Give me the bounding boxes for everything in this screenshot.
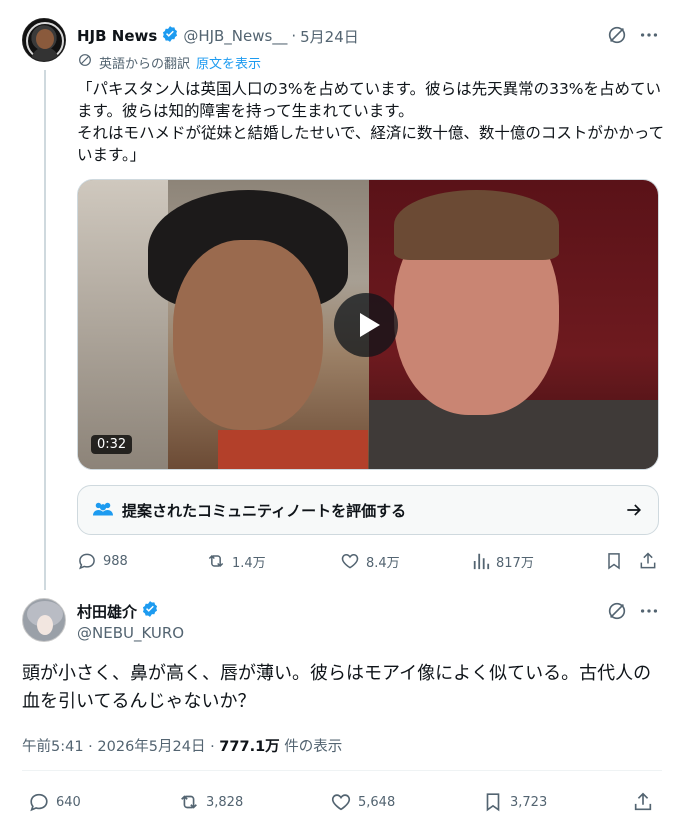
- reply-bookmark-count: 3,723: [510, 794, 548, 810]
- share-icon: [632, 791, 654, 813]
- like-button[interactable]: 8.4万: [340, 551, 400, 571]
- community-note-label: 提案されたコミュニティノートを評価する: [122, 502, 407, 520]
- header-separator: ·: [291, 27, 297, 45]
- reply-retweet-count: 3,828: [206, 794, 244, 810]
- reply-share-button[interactable]: [632, 791, 654, 813]
- community-notes-icon: [92, 500, 114, 524]
- reply-retweet-button[interactable]: 3,828: [178, 791, 243, 813]
- author-handle[interactable]: @HJB_News__: [183, 27, 287, 45]
- retweet-icon: [206, 551, 226, 571]
- divider: [22, 770, 662, 771]
- thread-connector-line: [44, 70, 46, 590]
- reply-views-label: 件の表示: [279, 739, 343, 755]
- retweet-button[interactable]: 1.4万: [206, 551, 266, 571]
- reply-reply-button[interactable]: 640: [28, 791, 81, 813]
- retweet-icon: [178, 791, 200, 813]
- play-icon[interactable]: [334, 293, 398, 357]
- arrow-right-icon: [624, 500, 644, 524]
- share-icon: [638, 551, 658, 571]
- reply-author-handle[interactable]: @NEBU_KURO: [77, 624, 184, 642]
- bookmark-icon: [604, 551, 624, 571]
- tweet-text: 「パキスタン人は英国人口の3%を占めています。彼らは先天異常の33%を占めていま…: [77, 80, 665, 164]
- reply-meta: 午前5:41 · 2026年5月24日 · 777.1万 件の表示: [22, 735, 342, 756]
- reply-timestamp[interactable]: 午前5:41 · 2026年5月24日 ·: [22, 739, 219, 755]
- reply-author-avatar[interactable]: [22, 598, 66, 642]
- like-count: 8.4万: [366, 555, 400, 571]
- reply-reply-count: 640: [56, 794, 81, 810]
- reply-icon: [28, 791, 50, 813]
- show-original-link[interactable]: 原文を表示: [196, 53, 261, 72]
- video-thumbnail-left: [78, 180, 369, 469]
- reply-icon: [77, 551, 97, 571]
- like-icon: [340, 551, 360, 571]
- more-icon[interactable]: [638, 24, 660, 50]
- reply-bookmark-button[interactable]: 3,723: [482, 791, 547, 813]
- translation-bar: 英語からの翻訳 原文を表示: [77, 52, 261, 72]
- like-icon: [330, 791, 352, 813]
- more-icon[interactable]: [638, 600, 660, 626]
- author-name[interactable]: HJB News: [77, 27, 157, 45]
- grok-icon[interactable]: [606, 600, 628, 626]
- tweet-date[interactable]: 5月24日: [300, 26, 359, 47]
- views-button[interactable]: 817万: [472, 551, 534, 571]
- reply-count: 988: [103, 553, 128, 569]
- reply-like-button[interactable]: 5,648: [330, 791, 395, 813]
- views-icon: [472, 551, 490, 571]
- views-count: 817万: [496, 555, 534, 571]
- translate-icon: [77, 52, 93, 72]
- reply-views-count: 777.1万: [219, 739, 280, 755]
- tweet-video[interactable]: 0:32: [77, 179, 659, 470]
- video-thumbnail-right: [369, 180, 658, 469]
- hjb-news-avatar[interactable]: [22, 18, 66, 62]
- reply-button[interactable]: 988: [77, 551, 128, 571]
- community-note-button[interactable]: 提案されたコミュニティノートを評価する: [77, 485, 659, 535]
- share-button[interactable]: [638, 551, 658, 571]
- bookmark-button[interactable]: [604, 551, 624, 571]
- reply-like-count: 5,648: [358, 794, 396, 810]
- bookmark-icon: [482, 791, 504, 813]
- translation-label: 英語からの翻訳: [99, 56, 191, 72]
- tweet-header: HJB News @HJB_News__ · 5月24日: [77, 25, 359, 47]
- reply-header: 村田雄介: [77, 600, 159, 622]
- video-duration: 0:32: [91, 435, 133, 454]
- verified-badge-icon: [141, 600, 159, 622]
- reply-text: 頭が小さく、鼻が高く、唇が薄い。彼らはモアイ像によく似ている。古代人の血を引いて…: [22, 663, 652, 712]
- reply-author-name[interactable]: 村田雄介: [77, 601, 137, 622]
- retweet-count: 1.4万: [232, 555, 266, 571]
- verified-badge-icon: [161, 25, 179, 47]
- grok-icon[interactable]: [606, 24, 628, 50]
